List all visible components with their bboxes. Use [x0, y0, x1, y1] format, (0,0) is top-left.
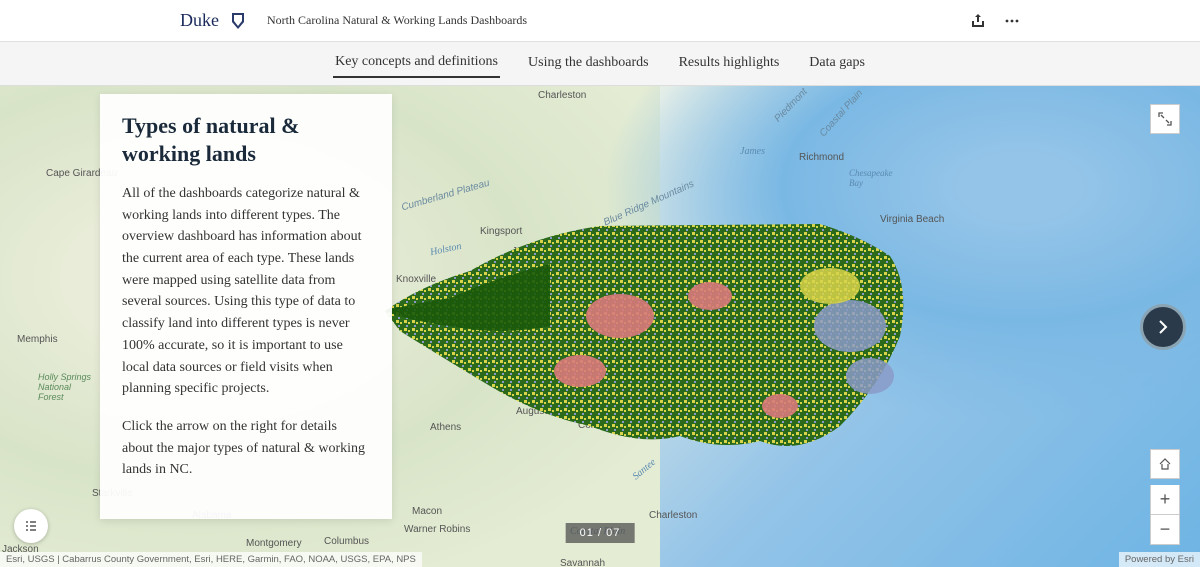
- panel-body: All of the dashboards categorize natural…: [122, 183, 370, 481]
- map-area[interactable]: Cape Girardeau Memphis Holly Springs Nat…: [0, 86, 1200, 567]
- powered-by: Powered by Esri: [1119, 552, 1200, 567]
- zoom-controls: + −: [1150, 449, 1180, 545]
- duke-logo: Duke: [180, 10, 219, 31]
- top-header: Duke North Carolina Natural & Working La…: [0, 0, 1200, 42]
- legend-button[interactable]: [14, 509, 48, 543]
- tab-data-gaps[interactable]: Data gaps: [807, 51, 867, 77]
- tab-results-highlights[interactable]: Results highlights: [677, 51, 782, 77]
- share-icon[interactable]: [970, 13, 986, 29]
- chevron-right-icon: [1155, 319, 1171, 335]
- header-title: North Carolina Natural & Working Lands D…: [267, 13, 527, 28]
- map-attribution: Esri, USGS | Cabarrus County Government,…: [0, 552, 422, 567]
- panel-paragraph-2: Click the arrow on the right for details…: [122, 416, 370, 481]
- shield-icon: [231, 12, 245, 30]
- panel-title: Types of natural & working lands: [122, 112, 370, 167]
- page-current: 01: [580, 527, 594, 539]
- next-slide-button[interactable]: [1140, 304, 1186, 350]
- page-indicator: 01 / 07: [566, 523, 635, 543]
- nc-landcover-overlay: [380, 216, 920, 496]
- expand-icon: [1158, 112, 1172, 126]
- legend-icon: [23, 518, 39, 534]
- panel-paragraph-1: All of the dashboards categorize natural…: [122, 183, 370, 400]
- logo-main-text: Duke: [180, 10, 219, 31]
- zoom-out-button[interactable]: −: [1150, 515, 1180, 545]
- tab-key-concepts[interactable]: Key concepts and definitions: [333, 50, 500, 78]
- tab-using-dashboards[interactable]: Using the dashboards: [526, 51, 651, 77]
- more-icon[interactable]: [1004, 13, 1020, 29]
- home-button[interactable]: [1150, 449, 1180, 479]
- expand-button[interactable]: [1150, 104, 1180, 134]
- logo-area: Duke North Carolina Natural & Working La…: [180, 10, 527, 31]
- home-icon: [1158, 457, 1172, 471]
- page-sep: /: [594, 527, 606, 539]
- tab-bar: Key concepts and definitions Using the d…: [0, 42, 1200, 86]
- zoom-in-button[interactable]: +: [1150, 485, 1180, 515]
- info-panel: Types of natural & working lands All of …: [100, 94, 392, 519]
- page-total: 07: [606, 527, 620, 539]
- header-actions: [970, 13, 1020, 29]
